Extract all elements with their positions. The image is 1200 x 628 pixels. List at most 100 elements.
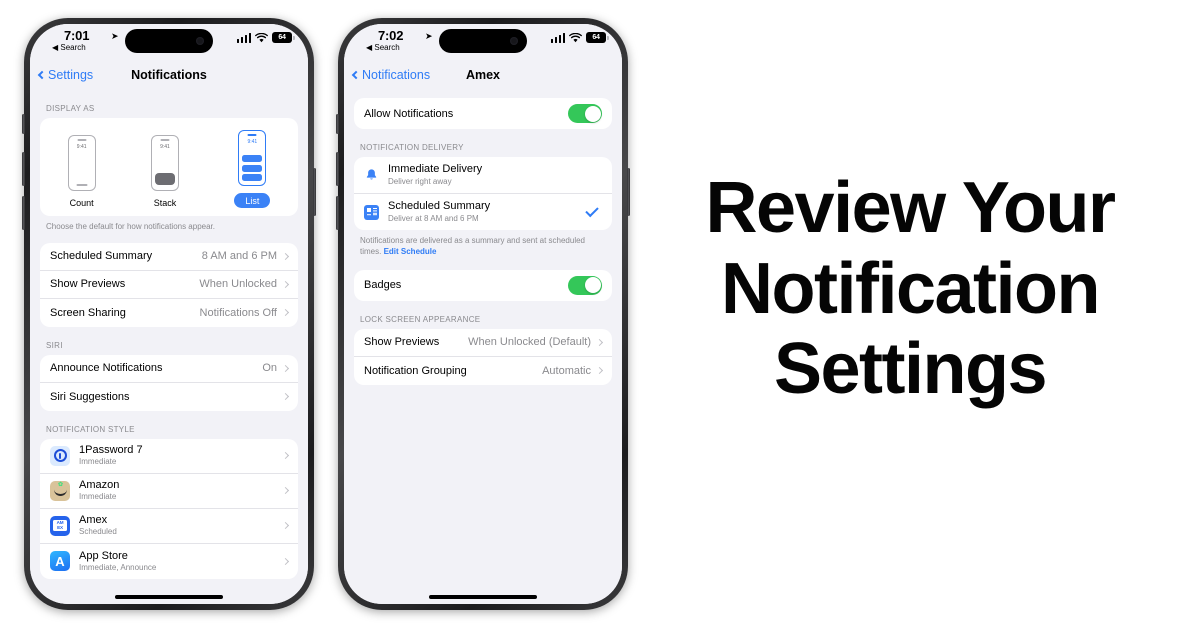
back-button-notifications[interactable]: Notifications — [351, 68, 431, 82]
delivery-option-scheduled[interactable]: Scheduled Summary Deliver at 8 AM and 6 … — [354, 194, 612, 230]
row-label: Show Previews — [50, 278, 126, 291]
chevron-right-icon — [281, 280, 290, 288]
app-name: Amex — [79, 514, 108, 526]
row-announce-notifications[interactable]: Announce Notifications On — [40, 355, 298, 383]
display-option-stack[interactable]: 9:41 Stack — [150, 135, 179, 208]
location-arrow-icon: ➤ — [111, 31, 119, 41]
status-back-app[interactable]: ◀ Search — [366, 43, 400, 52]
notification-style-header: NOTIFICATION STYLE — [46, 424, 135, 434]
row-label: Siri Suggestions — [50, 390, 130, 403]
delivery-option-title: Immediate Delivery — [388, 163, 483, 175]
app-store-icon: A — [50, 551, 70, 572]
battery-indicator: 64 — [586, 32, 609, 43]
chevron-right-icon — [595, 367, 604, 375]
row-siri-suggestions[interactable]: Siri Suggestions — [40, 383, 298, 411]
row-notification-grouping[interactable]: Notification Grouping Automatic — [354, 357, 612, 385]
display-option-list[interactable]: 9:41 List — [234, 130, 271, 208]
dynamic-island — [125, 29, 213, 53]
app-status: Immediate — [79, 457, 117, 467]
mute-switch[interactable] — [336, 114, 339, 134]
app-status: Immediate — [79, 492, 117, 502]
chevron-right-icon — [281, 309, 290, 317]
edit-schedule-link[interactable]: Edit Schedule — [384, 247, 437, 256]
phone-mockup-amex: 7:02 ➤ ◀ Search 64 Notifications Amex Al… — [336, 18, 630, 610]
general-settings-card: Scheduled Summary 8 AM and 6 PM Show Pre… — [40, 242, 298, 327]
amex-icon: AM EX — [50, 515, 70, 536]
cellular-bars-icon — [550, 33, 565, 43]
bell-icon — [366, 168, 377, 180]
chevron-left-icon — [37, 70, 47, 80]
status-time: 7:01 — [64, 28, 90, 43]
delivery-option-immediate[interactable]: Immediate Delivery Deliver right away — [354, 157, 612, 195]
display-as-card: 9:41 Count 9:41 Stack 9:41 List — [40, 118, 298, 216]
stack-preview-icon: 9:41 — [150, 135, 179, 191]
allow-notifications-toggle[interactable] — [568, 104, 602, 123]
power-button[interactable] — [627, 168, 630, 216]
headline: Review Your Notification Settings — [650, 168, 1170, 410]
nav-bar: Notifications Amex — [344, 60, 622, 90]
count-preview-icon: 9:41 — [67, 135, 96, 191]
home-indicator[interactable] — [429, 595, 537, 599]
back-button-label: Notifications — [362, 68, 431, 82]
row-show-previews[interactable]: Show Previews When Unlocked (Default) — [354, 329, 612, 357]
chevron-left-icon — [351, 70, 361, 80]
display-option-label-selected: List — [234, 193, 271, 208]
app-row-1password[interactable]: 1Password 7 Immediate — [40, 439, 298, 474]
notification-delivery-header: NOTIFICATION DELIVERY — [360, 143, 464, 152]
volume-down-button[interactable] — [22, 196, 25, 230]
display-as-footer: Choose the default for how notifications… — [46, 222, 215, 231]
row-show-previews[interactable]: Show Previews When Unlocked — [40, 271, 298, 299]
display-option-label: Stack — [153, 198, 177, 208]
volume-down-button[interactable] — [336, 196, 339, 230]
delivery-option-subtitle: Deliver at 8 AM and 6 PM — [388, 213, 479, 223]
mute-switch[interactable] — [22, 114, 25, 134]
app-row-app-store[interactable]: A App Store Immediate, Announce — [40, 544, 298, 579]
home-indicator[interactable] — [115, 595, 223, 599]
display-option-label: Count — [69, 198, 94, 208]
allow-notifications-card: Allow Notifications — [354, 98, 612, 129]
back-button-settings[interactable]: Settings — [37, 68, 93, 82]
volume-up-button[interactable] — [22, 152, 25, 186]
row-allow-notifications[interactable]: Allow Notifications — [354, 98, 612, 129]
volume-up-button[interactable] — [336, 152, 339, 186]
headline-line-3: Settings — [773, 329, 1048, 410]
settings-scroll-area[interactable]: Allow Notifications NOTIFICATION DELIVER… — [344, 90, 622, 604]
row-badges[interactable]: Badges — [354, 270, 612, 301]
chevron-right-icon — [281, 557, 290, 565]
row-value: When Unlocked — [199, 278, 277, 291]
app-name: App Store — [79, 549, 128, 562]
badges-toggle[interactable] — [568, 275, 602, 295]
notification-delivery-card: Immediate Delivery Deliver right away Sc… — [354, 157, 612, 231]
row-scheduled-summary[interactable]: Scheduled Summary 8 AM and 6 PM — [40, 243, 298, 271]
row-value: Automatic — [542, 364, 591, 377]
wifi-icon — [255, 32, 268, 42]
phone-screen: 7:01 ➤ ◀ Search 64 Settings Notification… — [30, 24, 308, 604]
status-time: 7:02 — [378, 28, 404, 43]
display-option-count[interactable]: 9:41 Count — [67, 135, 96, 208]
list-preview-icon: 9:41 — [238, 130, 267, 186]
row-value: 8 AM and 6 PM — [201, 250, 277, 263]
display-as-header: DISPLAY AS — [46, 104, 95, 113]
wifi-icon — [569, 32, 582, 42]
headline-line-1: Review Your — [705, 168, 1117, 248]
row-value: Notifications Off — [199, 306, 277, 319]
row-screen-sharing[interactable]: Screen Sharing Notifications Off — [40, 299, 298, 327]
status-indicators: 64 — [236, 32, 295, 43]
notification-delivery-footer: Notifications are delivered as a summary… — [354, 230, 612, 258]
settings-scroll-area[interactable]: DISPLAY AS 9:41 Count 9:41 Stack 9:41 Li… — [30, 90, 308, 604]
delivery-option-subtitle: Deliver right away — [388, 176, 452, 186]
row-label: Announce Notifications — [50, 362, 163, 375]
power-button[interactable] — [313, 168, 316, 216]
badges-card: Badges — [354, 269, 612, 301]
front-camera-icon — [510, 37, 518, 45]
app-row-amex[interactable]: AM EX Amex Scheduled — [40, 509, 298, 544]
app-row-amazon[interactable]: ✿ Amazon Immediate — [40, 474, 298, 509]
chevron-right-icon — [281, 522, 290, 530]
row-value: When Unlocked (Default) — [468, 336, 591, 349]
phone-screen: 7:02 ➤ ◀ Search 64 Notifications Amex Al… — [344, 24, 622, 604]
row-label: Screen Sharing — [50, 306, 126, 319]
notification-style-card: 1Password 7 Immediate ✿ Amazon Immediate… — [40, 438, 298, 579]
chevron-right-icon — [281, 452, 290, 460]
siri-header: SIRI — [46, 340, 63, 350]
status-back-app[interactable]: ◀ Search — [52, 43, 86, 52]
